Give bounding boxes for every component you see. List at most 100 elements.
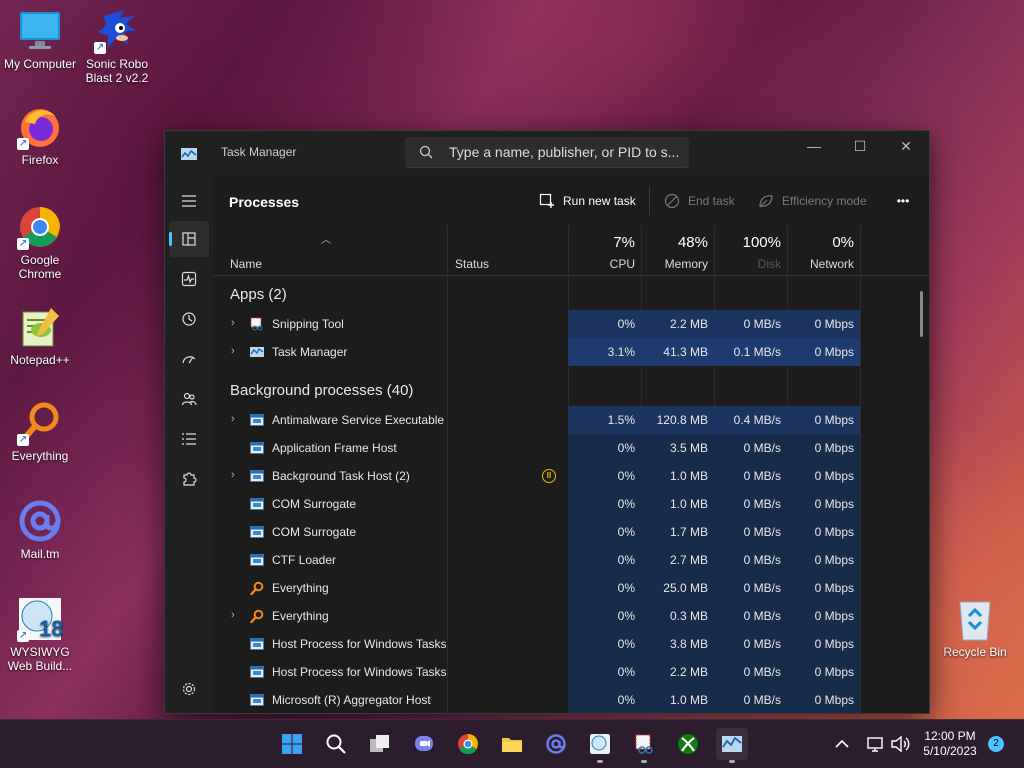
table-row[interactable]: Host Process for Windows Tasks 0% 3.8 MB 0 … [213,630,929,658]
hamburger-menu-button[interactable] [169,183,209,219]
column-status[interactable]: Status [455,257,489,271]
table-row[interactable]: Host Process for Windows Tasks 0% 2.2 MB 0 … [213,658,929,686]
nav-settings[interactable] [169,671,209,707]
clock[interactable]: 12:00 PM 5/10/2023 [918,729,982,759]
table-row[interactable]: Microsoft (R) Aggregator Host 0% 1.0 MB 0 M… [213,686,929,713]
end-task-button[interactable]: End task [664,187,744,215]
start-button[interactable] [276,728,308,760]
group-header-background: Background processes (40) [213,376,929,404]
table-row[interactable]: CTF Loader 0% 2.7 MB 0 MB/s 0 Mbps [213,546,929,574]
column-cpu[interactable]: CPU [568,257,635,271]
taskbar-xbox[interactable] [672,728,704,760]
table-row[interactable]: › Task Manager 3.1% 41.3 MB 0.1 MB/s 0 Mbps [213,338,929,366]
column-name[interactable]: Name [230,257,262,271]
column-disk[interactable]: Disk [714,257,781,271]
cell-mem: 41.3 MB [641,338,714,366]
expand-chevron-icon[interactable]: › [231,610,241,621]
column-network[interactable]: Network [787,257,854,271]
table-row[interactable]: Everything 0% 25.0 MB 0 MB/s 0 Mbps [213,574,929,602]
process-icon [250,441,264,455]
sort-ascending-icon[interactable]: ︿ [321,231,331,246]
nav-app-history[interactable] [169,301,209,337]
search-box[interactable] [405,137,689,168]
shortcut-arrow-icon: ↗ [17,138,29,150]
nav-details[interactable] [169,421,209,457]
process-name: CTF Loader [272,553,337,567]
process-icon [250,665,264,679]
sidebar [165,175,213,713]
process-name: Antimalware Service Executable [272,413,445,427]
cell-disk: 0 MB/s [714,518,787,546]
taskbar-file-explorer[interactable] [496,728,528,760]
desktop-icon-firefox[interactable]: ↗ Firefox [0,104,80,167]
nav-startup-apps[interactable] [169,341,209,377]
taskbar-wysiwyg[interactable] [584,728,616,763]
table-row[interactable]: › Antimalware Service Executable 1.5% 120.8… [213,406,929,434]
notification-badge[interactable]: 2 [988,736,1004,752]
expand-chevron-icon[interactable]: › [231,414,241,425]
task-view-icon [370,735,389,752]
efficiency-mode-button[interactable]: Efficiency mode [758,187,878,215]
cell-disk: 0 MB/s [714,546,787,574]
cell-cpu: 0% [568,602,641,630]
snipping-tool-icon [250,317,264,331]
desktop-icon-sonic[interactable]: ↗ Sonic Robo Blast 2 v2.2 [77,8,157,85]
expand-chevron-icon[interactable]: › [231,318,241,329]
everything-icon [250,609,264,624]
minimize-button[interactable]: — [791,131,837,163]
nav-users[interactable] [169,381,209,417]
table-row[interactable]: COM Surrogate 0% 1.0 MB 0 MB/s 0 Mbps [213,490,929,518]
table-row[interactable]: › Background Task Host (2) II 0% 1.0 MB 0 MB/… [213,462,929,490]
search-input[interactable] [449,137,685,167]
column-memory[interactable]: Memory [641,257,708,271]
desktop-icon-everything[interactable]: ↗ Everything [0,400,80,463]
desktop-icon-recycle-bin[interactable]: Recycle Bin [935,596,1015,659]
process-name: Background Task Host (2) [272,469,410,483]
close-button[interactable]: ✕ [883,131,929,163]
run-new-task-button[interactable]: Run new task [539,187,639,215]
cell-net: 0 Mbps [787,406,860,434]
table-row[interactable]: › Snipping Tool 0% 2.2 MB 0 MB/s 0 Mbps [213,310,929,338]
shortcut-arrow-icon: ↗ [17,238,29,250]
cell-disk: 0 MB/s [714,658,787,686]
shortcut-arrow-icon: ↗ [17,434,29,446]
desktop-icon-wysiwyg[interactable]: 18 ↗ WYSIWYG Web Build... [0,596,80,673]
nav-performance[interactable] [169,261,209,297]
table-row[interactable]: COM Surrogate 0% 1.7 MB 0 MB/s 0 Mbps [213,518,929,546]
wysiwyg-icon: 18 ↗ [17,596,63,642]
table-row[interactable]: › Everything 0% 0.3 MB 0 MB/s 0 Mbps [213,602,929,630]
taskbar-search-button[interactable] [320,728,352,760]
title-bar[interactable]: Task Manager — ☐ ✕ [165,131,929,175]
expand-chevron-icon[interactable]: › [231,470,241,481]
teams-chat-button[interactable] [408,728,440,760]
process-name: Everything [272,609,329,623]
network-total: 0% [832,234,854,251]
volume-tray-button[interactable] [884,728,916,760]
desktop-icon-chrome[interactable]: ↗ Google Chrome [0,204,80,281]
taskbar-task-manager[interactable] [716,728,748,763]
cell-net: 0 Mbps [787,310,860,338]
taskbar-mailtm[interactable] [540,728,572,760]
desktop-icon-notepadpp[interactable]: Notepad++ [0,304,80,367]
cell-disk: 0 MB/s [714,310,787,338]
desktop-icon-my-computer[interactable]: My Computer [0,8,80,71]
cell-net: 0 Mbps [787,490,860,518]
process-icon [250,637,264,651]
shortcut-arrow-icon: ↗ [94,42,106,54]
maximize-button[interactable]: ☐ [837,131,883,163]
taskbar-snipping-tool[interactable] [628,728,660,763]
taskbar-chrome[interactable] [452,728,484,760]
expand-chevron-icon[interactable]: › [231,346,241,357]
pause-icon: II [542,469,556,483]
desktop-icon-mailtm[interactable]: Mail.tm [0,498,80,561]
table-row[interactable]: Application Frame Host 0% 3.5 MB 0 MB/s 0 Mb… [213,434,929,462]
process-name: Task Manager [272,345,348,359]
cell-mem: 2.7 MB [641,546,714,574]
cell-mem: 1.0 MB [641,686,714,713]
vertical-scrollbar[interactable] [920,291,923,337]
nav-processes[interactable] [169,221,209,257]
show-hidden-icons-button[interactable] [826,728,858,760]
nav-services[interactable] [169,461,209,497]
more-options-button[interactable]: ••• [889,187,917,215]
task-view-button[interactable] [364,728,396,760]
